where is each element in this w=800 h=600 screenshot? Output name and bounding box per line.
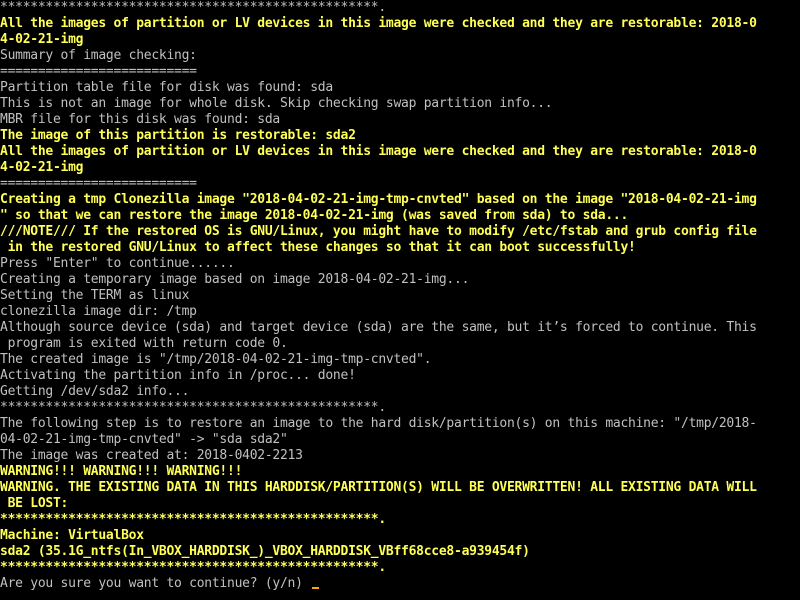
terminal-line: Partition table file for disk was found:… [0,80,333,95]
terminal-line: 4-02-21-img [0,32,84,47]
confirm-prompt-line[interactable]: Are you sure you want to continue? (y/n) [0,576,320,592]
terminal-line: MBR file for this disk was found: sda [0,112,280,127]
terminal-line: 04-02-21-img-tmp-cnvted" -> "sda sda2" [0,432,288,447]
terminal-line: 4-02-21-img [0,160,84,175]
terminal-screen[interactable]: ****************************************… [0,0,800,600]
terminal-line: ///NOTE/// If the restored OS is GNU/Lin… [0,224,757,239]
terminal-line: ****************************************… [0,400,386,415]
terminal-line: Getting /dev/sda2 info... [0,384,190,399]
terminal-line: WARNING!!! WARNING!!! WARNING!!! [0,464,243,479]
terminal-line: sda2 (35.1G_ntfs(In_VBOX_HARDDISK_)_VBOX… [0,544,530,559]
terminal-line: All the images of partition or LV device… [0,144,757,159]
terminal-line: clonezilla image dir: /tmp [0,304,197,319]
terminal-line: Summary of image checking: [0,48,197,63]
terminal-line: The following step is to restore an imag… [0,416,757,431]
terminal-line: Creating a tmp Clonezilla image "2018-04… [0,192,757,207]
terminal-line: Machine: VirtualBox [0,528,144,543]
terminal-line: WARNING. THE EXISTING DATA IN THIS HARDD… [0,480,757,495]
confirm-prompt-text: Are you sure you want to continue? (y/n) [0,576,311,591]
terminal-line: The image of this partition is restorabl… [0,128,356,143]
terminal-line: Press "Enter" to continue...... [0,256,235,271]
terminal-line: ****************************************… [0,560,386,575]
terminal-line: Setting the TERM as linux [0,288,190,303]
terminal-line: BE LOST: [0,496,69,511]
terminal-line: All the images of partition or LV device… [0,16,757,31]
terminal-line: This is not an image for whole disk. Ski… [0,96,553,111]
terminal-line: ========================== [0,176,197,191]
terminal-line: The created image is "/tmp/2018-04-02-21… [0,352,432,367]
terminal-line: ****************************************… [0,512,386,527]
terminal-line: Creating a temporary image based on imag… [0,272,470,287]
text-cursor [312,587,320,589]
terminal-line: Activating the partition info in /proc..… [0,368,356,383]
terminal-line: Although source device (sda) and target … [0,320,757,335]
terminal-line: ========================== [0,64,197,79]
terminal-line: ****************************************… [0,0,386,15]
terminal-line: in the restored GNU/Linux to affect thes… [0,240,636,255]
terminal-line: " so that we can restore the image 2018-… [0,208,629,223]
terminal-line: The image was created at: 2018-0402-2213 [0,448,303,463]
terminal-line: program is exited with return code 0. [0,336,288,351]
